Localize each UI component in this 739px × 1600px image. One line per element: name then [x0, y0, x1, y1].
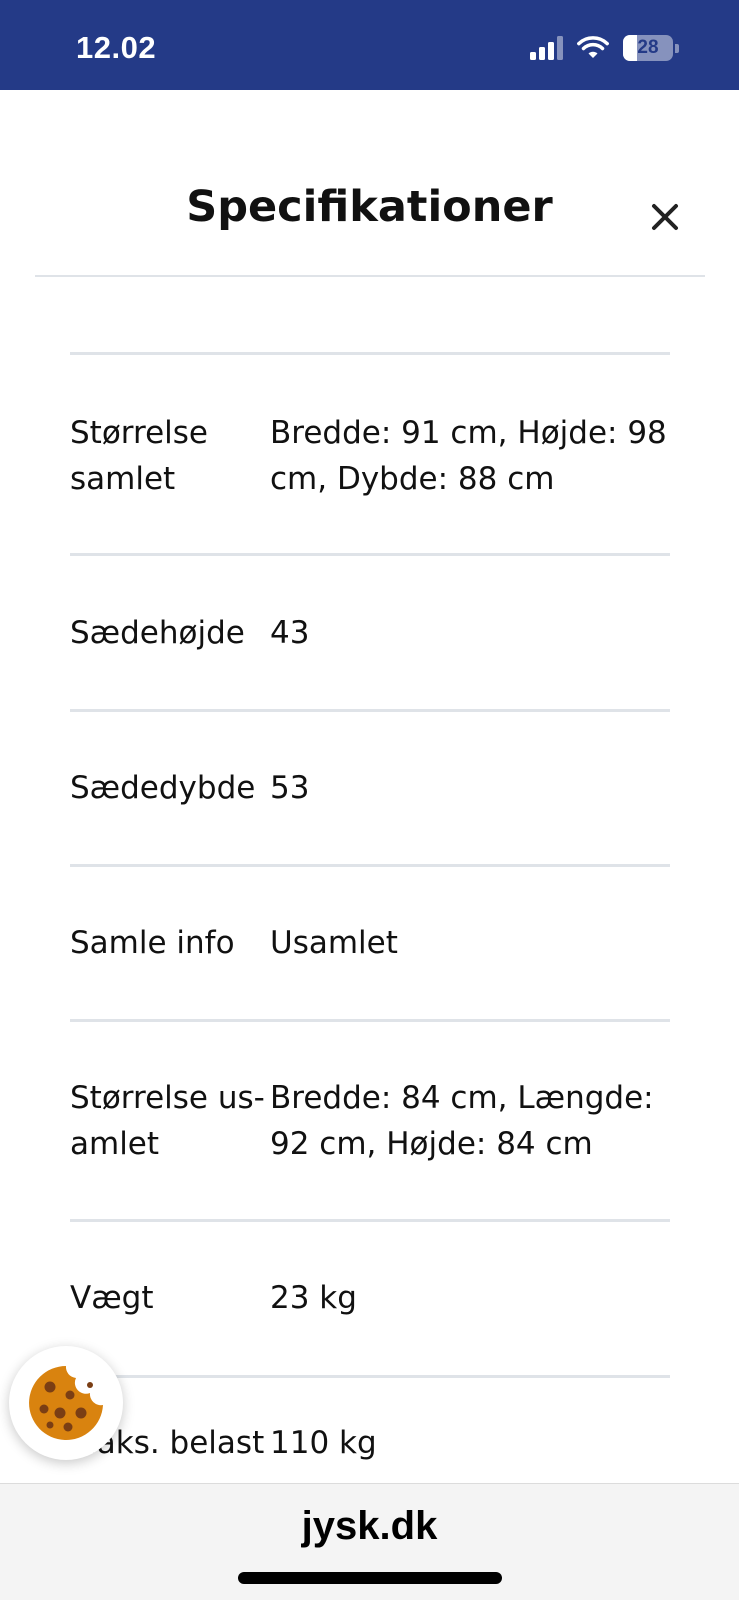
cookie-consent-button[interactable]	[9, 1346, 123, 1460]
spec-divider	[70, 709, 670, 712]
spec-value: Usamlet	[270, 920, 670, 966]
spec-value-line: 43	[270, 615, 310, 651]
spec-label: Sædedybde	[70, 765, 270, 811]
spec-label-line: Sædehøjde	[70, 615, 245, 651]
url-text[interactable]: jysk.dk	[0, 1504, 739, 1549]
spec-value-line: cm, Dybde: 88 cm	[270, 461, 555, 497]
spec-value: 43	[270, 610, 670, 656]
spec-value-line: 110 kg	[270, 1425, 377, 1461]
home-indicator	[238, 1572, 502, 1584]
spec-label: Vægt	[70, 1275, 270, 1321]
spec-label-line: amlet	[70, 1126, 160, 1162]
spec-divider	[70, 352, 670, 355]
spec-value-line: Usamlet	[270, 925, 398, 961]
spec-label: Sædehøjde	[70, 610, 270, 656]
spec-value-line: 92 cm, Højde: 84 cm	[270, 1126, 593, 1162]
spec-divider	[70, 1219, 670, 1222]
spec-divider	[70, 864, 670, 867]
spec-list: Størrelse samlet Bredde: 91 cm, Højde: 98 c…	[0, 0, 739, 1600]
spec-label-line: samlet	[70, 461, 176, 497]
spec-label: Samle info	[70, 920, 270, 966]
spec-value-line: Bredde: 91 cm, Højde: 98	[270, 415, 667, 451]
spec-value-line: Bredde: 84 cm, Længde:	[270, 1080, 654, 1116]
spec-value: 110 kg	[270, 1420, 670, 1466]
spec-label: Størrelse us-amlet	[70, 1075, 270, 1167]
spec-value: Bredde: 84 cm, Længde: 92 cm, Højde: 84 c…	[270, 1075, 670, 1167]
spec-label-line: Størrelse us-	[70, 1080, 265, 1116]
spec-label-line: Vægt	[70, 1280, 154, 1316]
browser-address-bar[interactable]: jysk.dk	[0, 1483, 739, 1600]
spec-label-line: Samle info	[70, 925, 235, 961]
spec-value: 53	[270, 765, 670, 811]
spec-value: 23 kg	[270, 1275, 670, 1321]
spec-divider	[70, 1019, 670, 1022]
spec-value-line: 53	[270, 770, 310, 806]
spec-value-line: 23 kg	[270, 1280, 357, 1316]
spec-label-line: Sædedybde	[70, 770, 256, 806]
cookie-icon	[29, 1366, 104, 1440]
spec-divider	[70, 553, 670, 556]
spec-label: Størrelse samlet	[70, 410, 270, 502]
spec-label-line: Størrelse	[70, 415, 208, 451]
spec-divider	[70, 1375, 670, 1378]
spec-value: Bredde: 91 cm, Højde: 98 cm, Dybde: 88 cm	[270, 410, 670, 502]
